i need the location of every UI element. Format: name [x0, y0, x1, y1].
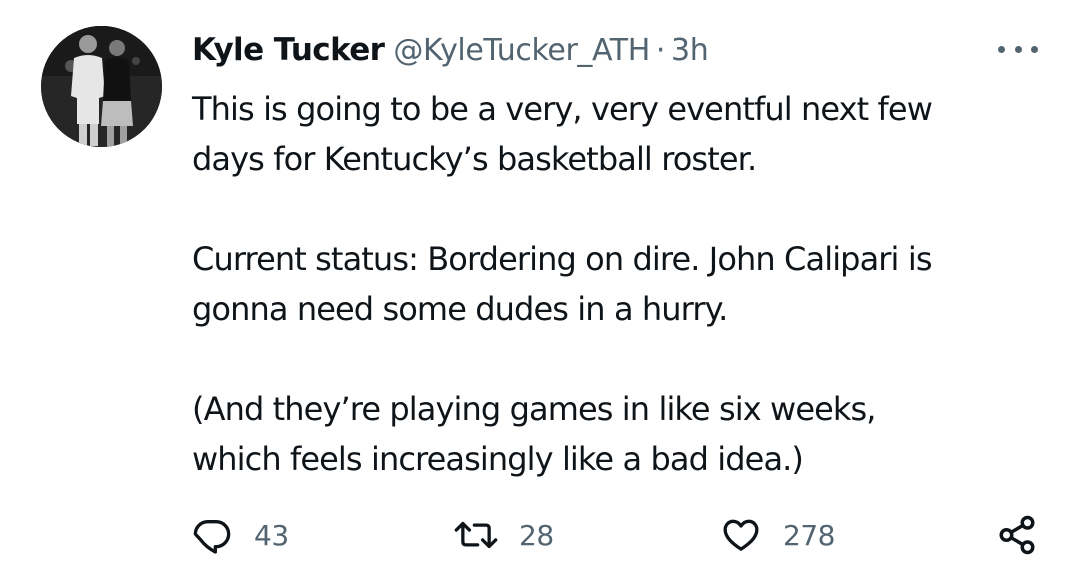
tweet-text: This is going to be a very, very eventfu…	[192, 84, 1052, 484]
reply-count: 43	[254, 518, 289, 552]
retweet-icon	[453, 515, 499, 555]
tweet-paragraph: Current status: Bordering on dire. John …	[192, 240, 932, 328]
more-dot	[1031, 45, 1038, 53]
more-dot	[1014, 45, 1022, 53]
share-icon	[996, 514, 1038, 556]
reply-button[interactable]: 43	[192, 512, 289, 558]
avatar[interactable]	[41, 26, 162, 147]
retweet-count: 28	[519, 518, 554, 552]
separator-dot: ·	[655, 32, 666, 68]
tweet-paragraph: This is going to be a very, very eventfu…	[192, 90, 933, 178]
tweet-card[interactable]: Kyle Tucker @KyleTucker_ATH · 3h This is…	[0, 0, 1080, 581]
user-handle[interactable]: @KyleTucker_ATH	[393, 33, 650, 68]
more-options-icon[interactable]	[998, 34, 1038, 64]
tweet-paragraph: (And they’re playing games in like six w…	[192, 390, 876, 478]
share-button[interactable]	[996, 512, 1038, 558]
heart-icon	[721, 515, 761, 555]
timestamp[interactable]: 3h	[671, 33, 709, 68]
more-dot	[998, 45, 1005, 53]
retweet-button[interactable]: 28	[453, 512, 554, 558]
tweet-actions: 43 28 278	[0, 512, 1080, 558]
display-name[interactable]: Kyle Tucker	[192, 32, 385, 68]
like-button[interactable]: 278	[721, 512, 835, 558]
tweet-header: Kyle Tucker @KyleTucker_ATH · 3h	[192, 26, 709, 74]
reply-icon	[192, 515, 232, 555]
like-count: 278	[783, 518, 835, 552]
